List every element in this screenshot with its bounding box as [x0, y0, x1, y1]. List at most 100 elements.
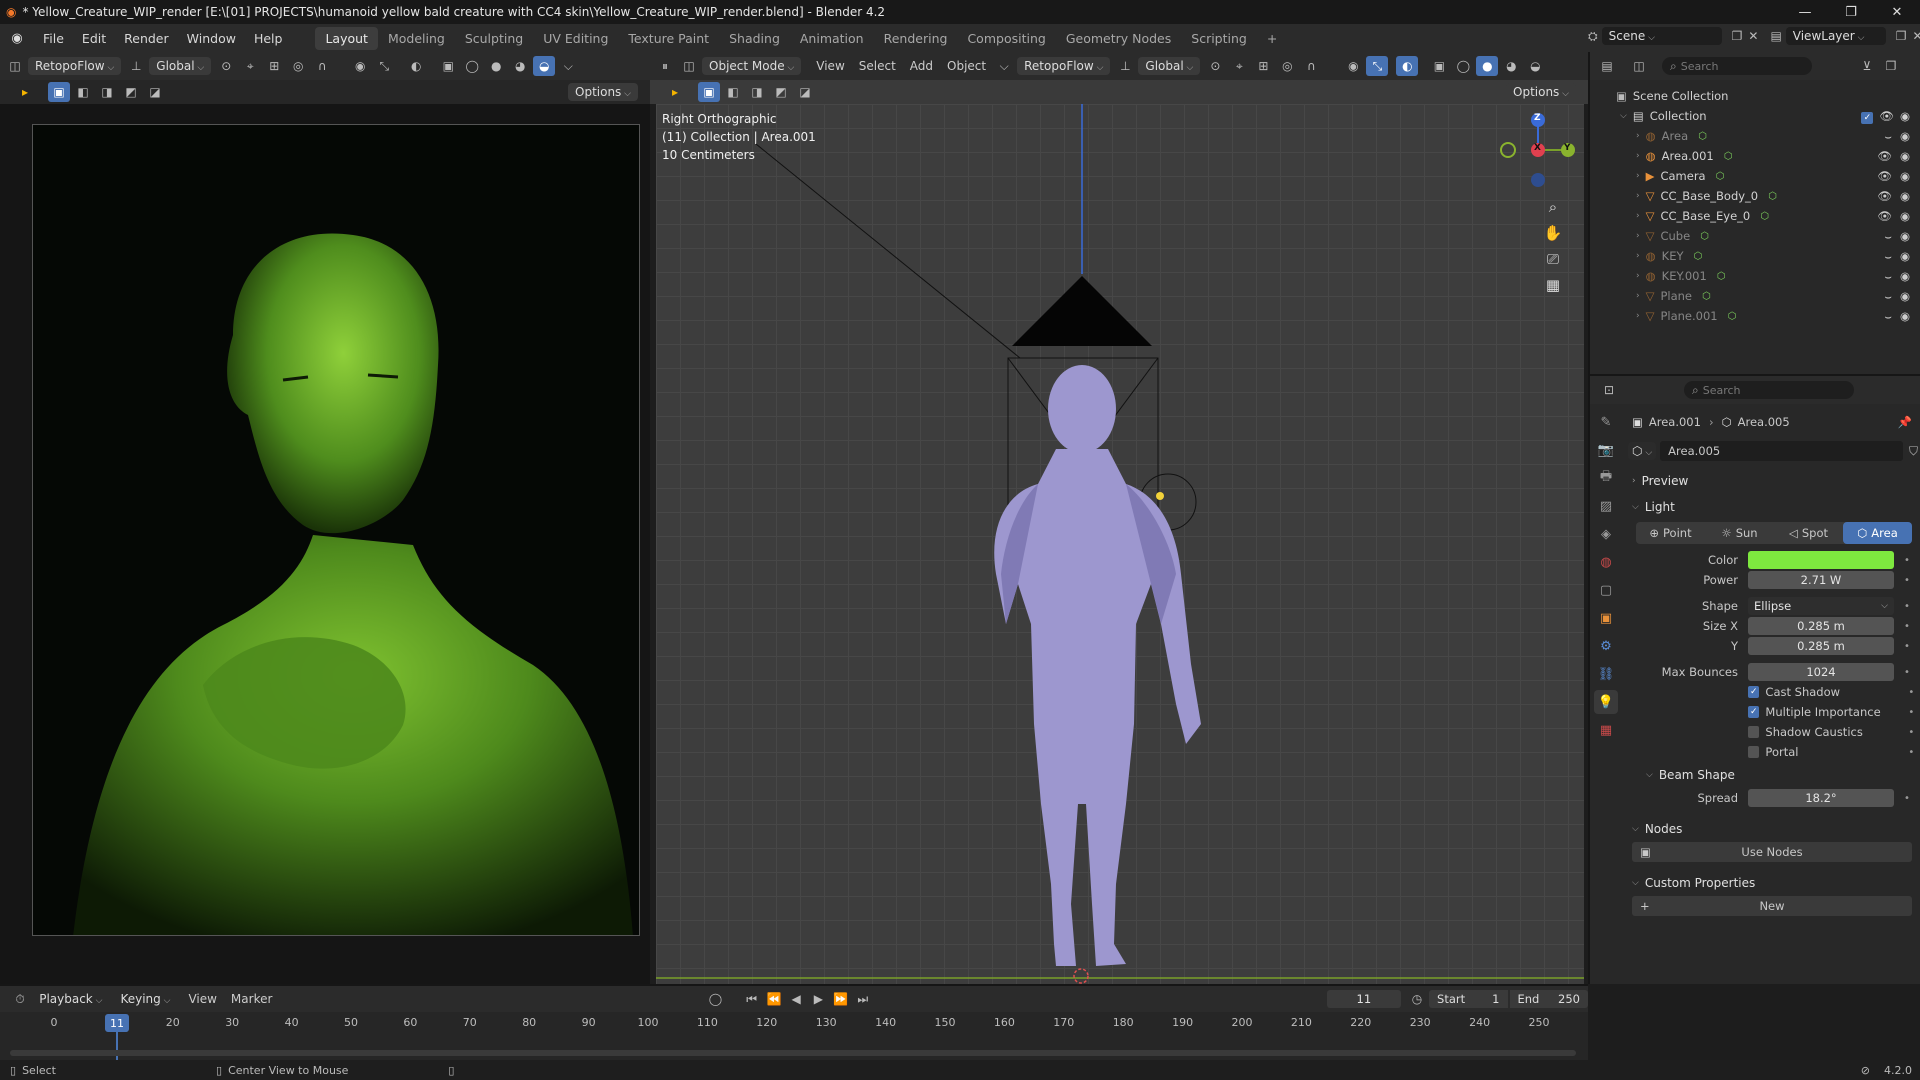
scene-dropdown[interactable]: Scene: [1601, 27, 1722, 45]
tool-select-icon[interactable]: ▸: [14, 82, 36, 102]
object-extra-icon[interactable]: ⌵: [993, 56, 1015, 76]
editor-type-icon[interactable]: ⊡: [1598, 380, 1620, 400]
viewport-retopoflow-dropdown[interactable]: RetopoFlow: [1017, 57, 1111, 75]
overlay-icon[interactable]: ◐: [1396, 56, 1419, 76]
keyframe-dot-icon[interactable]: •: [1900, 667, 1914, 678]
render-camera-icon[interactable]: ◉: [1900, 309, 1910, 323]
light-type-area[interactable]: ⬡ Area: [1843, 522, 1912, 544]
tab-geometry-nodes[interactable]: Geometry Nodes: [1056, 27, 1181, 50]
tab-animation[interactable]: Animation: [790, 27, 874, 50]
keyframe-dot-icon[interactable]: •: [1905, 727, 1918, 738]
collection-include-checkbox[interactable]: ✓: [1861, 111, 1874, 124]
proportional-edit-icon[interactable]: ◎: [1276, 56, 1298, 76]
expand-icon[interactable]: ›: [1636, 271, 1640, 281]
tool-select-icon[interactable]: ▸: [664, 82, 686, 102]
new-view-layer-icon[interactable]: ❐: [1896, 29, 1907, 43]
fake-user-icon[interactable]: ⛉: [1909, 444, 1918, 459]
menu-window[interactable]: Window: [178, 31, 245, 46]
editor-type-icon[interactable]: ▤: [1596, 56, 1618, 76]
datablock-name-field[interactable]: Area.005: [1660, 441, 1903, 461]
select-invert-icon[interactable]: ◩: [770, 82, 792, 102]
collection-render-icon[interactable]: ◉: [1900, 109, 1910, 123]
jump-end-icon[interactable]: ⏭: [853, 989, 873, 1009]
pivot-icon[interactable]: ⊙: [1204, 56, 1226, 76]
size-x-field[interactable]: 0.285 m: [1748, 617, 1894, 635]
snap-target-icon[interactable]: ⊞: [1252, 56, 1274, 76]
new-scene-icon[interactable]: ❐: [1732, 29, 1743, 43]
nodes-section[interactable]: ⌵ Nodes: [1628, 816, 1918, 842]
expand-icon[interactable]: ›: [1636, 311, 1640, 321]
light-type-point[interactable]: ⊕ Point: [1636, 522, 1705, 544]
render-camera-icon[interactable]: ◉: [1900, 289, 1910, 303]
checkbox[interactable]: [1748, 726, 1760, 738]
eye-icon[interactable]: 👁: [1877, 209, 1892, 223]
expand-icon[interactable]: ›: [1636, 171, 1640, 181]
collection-visibility-icon[interactable]: 👁: [1879, 109, 1894, 123]
select-intersect-icon[interactable]: ◪: [144, 82, 166, 102]
select-invert-icon[interactable]: ◩: [120, 82, 142, 102]
prev-keyframe-icon[interactable]: ⏪: [764, 989, 784, 1009]
render-camera-icon[interactable]: ◉: [1900, 269, 1910, 283]
shape-dropdown[interactable]: Ellipse ⌵: [1748, 597, 1894, 615]
overlay-icon[interactable]: ◐: [405, 56, 427, 76]
auto-keying-icon[interactable]: ◯: [705, 989, 725, 1009]
editor-type-icon[interactable]: ◫: [678, 56, 700, 76]
menu-view[interactable]: View: [809, 57, 851, 75]
timeline-view-menu[interactable]: View: [181, 990, 223, 1008]
eye-closed-icon[interactable]: ⌣: [1884, 129, 1892, 143]
viewport-options-dropdown[interactable]: Options: [1506, 83, 1576, 101]
visibility-icon[interactable]: ◉: [1342, 56, 1364, 76]
new-property-button[interactable]: + New: [1632, 896, 1912, 916]
play-reverse-icon[interactable]: ◀: [786, 989, 806, 1009]
keyframe-dot-icon[interactable]: •: [1900, 641, 1914, 652]
object-tab-icon[interactable]: ▣: [1594, 606, 1618, 630]
play-icon[interactable]: ▶: [808, 989, 828, 1009]
size-y-field[interactable]: 0.285 m: [1748, 637, 1894, 655]
xray-icon[interactable]: ▣: [1428, 56, 1450, 76]
viewport-area[interactable]: Right Orthographic (11) Collection | Are…: [656, 104, 1584, 984]
delete-view-layer-icon[interactable]: ✕: [1913, 29, 1920, 43]
expand-icon[interactable]: ›: [1636, 151, 1640, 161]
menu-add[interactable]: Add: [903, 57, 940, 75]
keyframe-dot-icon[interactable]: •: [1900, 555, 1914, 566]
menu-edit[interactable]: Edit: [73, 31, 115, 46]
end-frame-field[interactable]: End 250: [1509, 990, 1588, 1008]
output-tab-icon[interactable]: 🖶: [1594, 466, 1618, 490]
pin-icon[interactable]: 📌: [1898, 415, 1912, 429]
material-shading-icon[interactable]: ◕: [1500, 56, 1522, 76]
properties-search-input[interactable]: Search: [1703, 384, 1741, 397]
preview-section[interactable]: › Preview: [1628, 468, 1918, 494]
tool-tab-icon[interactable]: ✎: [1594, 410, 1618, 434]
add-workspace-icon[interactable]: +: [1257, 27, 1287, 50]
light-section[interactable]: ⌵ Light: [1628, 494, 1918, 520]
eye-closed-icon[interactable]: ⌣: [1884, 269, 1892, 283]
timeline-scrollbar[interactable]: [10, 1050, 1576, 1056]
light-type-spot[interactable]: ◁ Spot: [1774, 522, 1843, 544]
expand-icon[interactable]: ›: [1636, 211, 1640, 221]
render-preview-area[interactable]: [0, 104, 650, 984]
pause-render-icon[interactable]: ⏸: [654, 56, 676, 76]
timeline-area[interactable]: 0 20 30 40 50 60 70 80 90 100 110 120 130 140 150 160 17…: [0, 1012, 1588, 1060]
modifier-tab-icon[interactable]: ⚙: [1594, 634, 1618, 658]
outliner-item[interactable]: › ▽ CC_Base_Eye_0 ⬡ 👁 ◉: [1616, 206, 1920, 226]
expand-icon[interactable]: ›: [1636, 231, 1640, 241]
keyframe-dot-icon[interactable]: •: [1900, 575, 1914, 586]
beam-shape-section[interactable]: ⌵ Beam Shape: [1628, 762, 1918, 788]
snap-icon[interactable]: ⌖: [239, 56, 261, 76]
navigation-gizmo[interactable]: Z Y X: [1498, 110, 1578, 190]
keyframe-dot-icon[interactable]: •: [1905, 747, 1918, 758]
viewport-orientation-dropdown[interactable]: Global: [1138, 57, 1201, 75]
jump-start-icon[interactable]: ⏮: [742, 989, 762, 1009]
outliner-item[interactable]: › ◍ KEY.001 ⬡ ⌣ ◉: [1616, 266, 1920, 286]
solid-shading-icon[interactable]: ●: [1476, 56, 1499, 76]
current-frame-field[interactable]: 11: [1326, 990, 1401, 1008]
blender-menu-icon[interactable]: ◉: [0, 31, 34, 46]
pan-hand-icon[interactable]: ✋: [1540, 220, 1566, 246]
pivot-icon[interactable]: ⊙: [215, 56, 237, 76]
select-new-icon[interactable]: ▣: [48, 82, 70, 102]
eye-closed-icon[interactable]: ⌣: [1884, 249, 1892, 263]
checkbox[interactable]: [1748, 746, 1760, 758]
outliner-item[interactable]: › ▽ Plane.001 ⬡ ⌣ ◉: [1616, 306, 1920, 326]
new-collection-icon[interactable]: ❐: [1880, 56, 1902, 76]
select-subtract-icon[interactable]: ◨: [746, 82, 768, 102]
